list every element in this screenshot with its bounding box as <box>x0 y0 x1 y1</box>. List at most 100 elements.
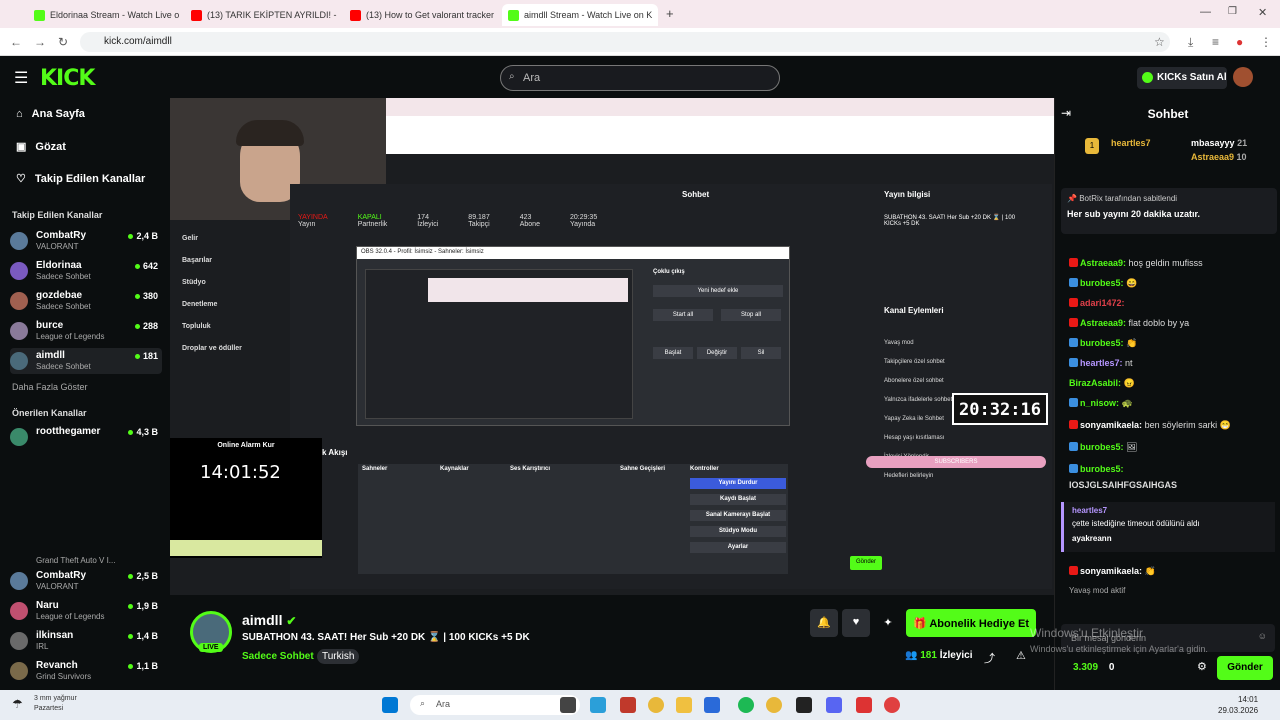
windows-taskbar: ☂ 3 mm yağmur Pazartesi ⌕ Ara 14:01 29.03.2… <box>0 690 1280 720</box>
followed-channel[interactable]: gozdebae Sadece Sohbet 380 <box>10 288 162 314</box>
gift-subscription-button[interactable]: 🎁 Abonelik Hediye Et <box>906 609 1036 637</box>
top-gifter[interactable]: Astraeaa9 10 <box>1191 152 1247 162</box>
browser-tab[interactable]: (13) How to Get valorant tracker✕ <box>344 4 496 26</box>
browser-tab[interactable]: (13) TARIK EKİPTEN AYRILDI! - Yo✕ <box>185 4 337 26</box>
recommended-channel[interactable]: ilkinsan IRL 1,4 B <box>10 628 162 654</box>
obs-preview <box>365 269 633 419</box>
report-icon[interactable]: ⚠ <box>1016 649 1026 662</box>
playlist-icon[interactable]: ≡ <box>1212 35 1219 49</box>
recommended-channels-heading: Önerilen Kanallar <box>12 408 87 418</box>
inner-info-title: Yayın bilgisi <box>884 190 931 199</box>
weather-widget[interactable]: 3 mm yağmur Pazartesi <box>34 694 77 714</box>
viewer-count: 👥 181 İzleyici <box>905 650 973 661</box>
edge-icon[interactable] <box>590 697 606 713</box>
nav-following[interactable]: ♡ Takip Edilen Kanallar <box>16 172 145 186</box>
extension-icon[interactable]: ● <box>1236 35 1243 49</box>
back-icon[interactable]: ← <box>10 35 22 49</box>
spotify-icon[interactable] <box>738 697 754 713</box>
emoji-icon[interactable]: ☺ <box>1258 631 1267 641</box>
kicks-coin-icon <box>1142 72 1153 83</box>
file-explorer-icon[interactable] <box>676 697 692 713</box>
download-icon[interactable]: ⤓ <box>1188 35 1193 50</box>
menu-icon[interactable]: ⋮ <box>1260 35 1272 49</box>
show-more-link[interactable]: Daha Fazla Göster <box>12 382 88 392</box>
system-clock[interactable]: 14:01 29.03.2026 <box>1218 694 1258 716</box>
top-gifter[interactable]: heartles7 <box>1111 138 1151 148</box>
bookmark-star-icon[interactable]: ☆ <box>1154 35 1165 49</box>
pin-icon: 📌 <box>1067 194 1077 203</box>
store-icon[interactable] <box>620 697 636 713</box>
nav-browse[interactable]: ▣ Gözat <box>16 140 66 154</box>
notification-bell-icon[interactable]: 🔔 <box>810 609 838 637</box>
forward-icon[interactable]: → <box>34 35 46 49</box>
stream-category[interactable]: Sadece Sohbet <box>242 651 314 662</box>
pinned-text: Her sub yayını 20 dakika uzatır. <box>1067 209 1201 219</box>
send-button[interactable]: Gönder <box>1217 656 1273 680</box>
close-window-icon[interactable]: ✕ <box>1258 6 1267 19</box>
video-player[interactable]: Gelir Başarılar Stüdyo Denetleme Toplulu… <box>170 98 1054 595</box>
avatar <box>10 428 28 446</box>
follow-heart-icon[interactable]: ♥ <box>842 609 870 637</box>
followed-channel[interactable]: CombatRy VALORANT 2,4 B <box>10 228 162 254</box>
new-tab-icon[interactable]: + <box>666 6 674 21</box>
weather-icon[interactable]: ☂ <box>12 697 23 711</box>
maximize-icon[interactable]: ❐ <box>1228 6 1237 17</box>
chrome-icon[interactable] <box>648 697 664 713</box>
obs-icon[interactable] <box>796 697 812 713</box>
task-view-icon[interactable] <box>560 697 576 713</box>
pinned-by: 📌 BotRix tarafından sabitlendi <box>1067 194 1178 203</box>
avatar <box>10 262 28 280</box>
user-avatar[interactable] <box>1233 67 1253 87</box>
minimize-icon[interactable]: — <box>1200 6 1211 18</box>
search-icon: ⌕ <box>420 698 426 708</box>
windows-start-icon[interactable] <box>382 697 398 713</box>
app-icon[interactable] <box>856 697 872 713</box>
subscriber-goal-bar: SUBSCRIBERS <box>866 456 1046 468</box>
close-tab-icon[interactable]: ✕ <box>657 10 658 21</box>
hamburger-menu-icon[interactable]: ☰ <box>14 68 28 88</box>
search-input[interactable]: ⌕ Ara <box>500 65 780 91</box>
stream-info: LIVE aimdll ✔ SUBATHON 43. SAAT! Her Sub… <box>170 595 1054 690</box>
recommended-channel[interactable]: Revanch Grind Survivors 1,1 B <box>10 658 162 684</box>
recommended-channel[interactable]: CombatRy VALORANT 2,5 B <box>10 568 162 594</box>
recommended-channel[interactable]: Naru League of Legends 1,9 B <box>10 598 162 624</box>
reload-icon[interactable]: ↻ <box>58 35 68 49</box>
chat-settings-icon[interactable]: ⚙ <box>1197 660 1207 673</box>
channel-points[interactable]: 3.309 0 <box>1073 662 1114 673</box>
nav-home[interactable]: ⌂ Ana Sayfa <box>16 108 85 120</box>
kick-logo[interactable]: KICK <box>40 66 95 91</box>
boost-icon[interactable]: ✦ <box>874 609 902 637</box>
avatar <box>10 292 28 310</box>
discord-icon[interactable] <box>826 697 842 713</box>
dashboard-stats: YAYINDA Yayın KAPALI Partnerlik 174 İzleyic… <box>298 214 598 228</box>
mail-icon[interactable] <box>704 697 720 713</box>
browser-tab[interactable]: Eldorinaa Stream - Watch Live o✕ <box>28 4 180 26</box>
youtube-favicon-icon <box>350 9 361 21</box>
chrome-active-icon[interactable] <box>766 697 782 713</box>
buy-kicks-button[interactable]: KICKs Satın Al <box>1137 67 1227 89</box>
windows-activation-title: Windows'u Etkinleştir <box>1030 626 1143 640</box>
followed-channel[interactable]: burce League of Legends 288 <box>10 318 162 344</box>
followed-channel[interactable]: Eldorinaa Sadece Sohbet 642 <box>10 258 162 284</box>
browser-tab-active[interactable]: aimdll Stream - Watch Live on K✕ <box>502 4 658 26</box>
language-tag[interactable]: Turkish <box>317 649 360 664</box>
chat-message: IOSJGLSAIHFGSAIHGAS <box>1069 480 1178 490</box>
obs-docks: Sahneler Kaynaklar Ses Karıştırıcı Sahne… <box>358 464 788 574</box>
app-icon[interactable] <box>884 697 900 713</box>
top-gifter[interactable]: mbasayyy 21 <box>1191 138 1247 148</box>
heart-icon: ♡ <box>16 173 26 185</box>
url-field[interactable]: kick.com/aimdll <box>80 32 1170 52</box>
youtube-favicon-icon <box>191 9 202 21</box>
recommended-channel[interactable]: rootthegamer 4,3 B <box>10 424 162 450</box>
pinned-message[interactable]: 📌 BotRix tarafından sabitlendi Her sub y… <box>1061 188 1277 234</box>
channel-name[interactable]: aimdll ✔ <box>242 612 296 628</box>
avatar <box>10 662 28 680</box>
chat-message: sonyamikaela: 👏 <box>1069 566 1275 577</box>
followed-channel-active[interactable]: aimdll Sadece Sohbet 181 <box>10 348 162 374</box>
share-icon[interactable]: ⤴ <box>984 650 995 666</box>
avatar <box>10 232 28 250</box>
chat-title: Sohbet <box>1147 107 1189 121</box>
chat-message: adari1472: <box>1069 298 1275 308</box>
avatar <box>10 572 28 590</box>
taskbar-search[interactable]: ⌕ Ara <box>410 695 580 715</box>
